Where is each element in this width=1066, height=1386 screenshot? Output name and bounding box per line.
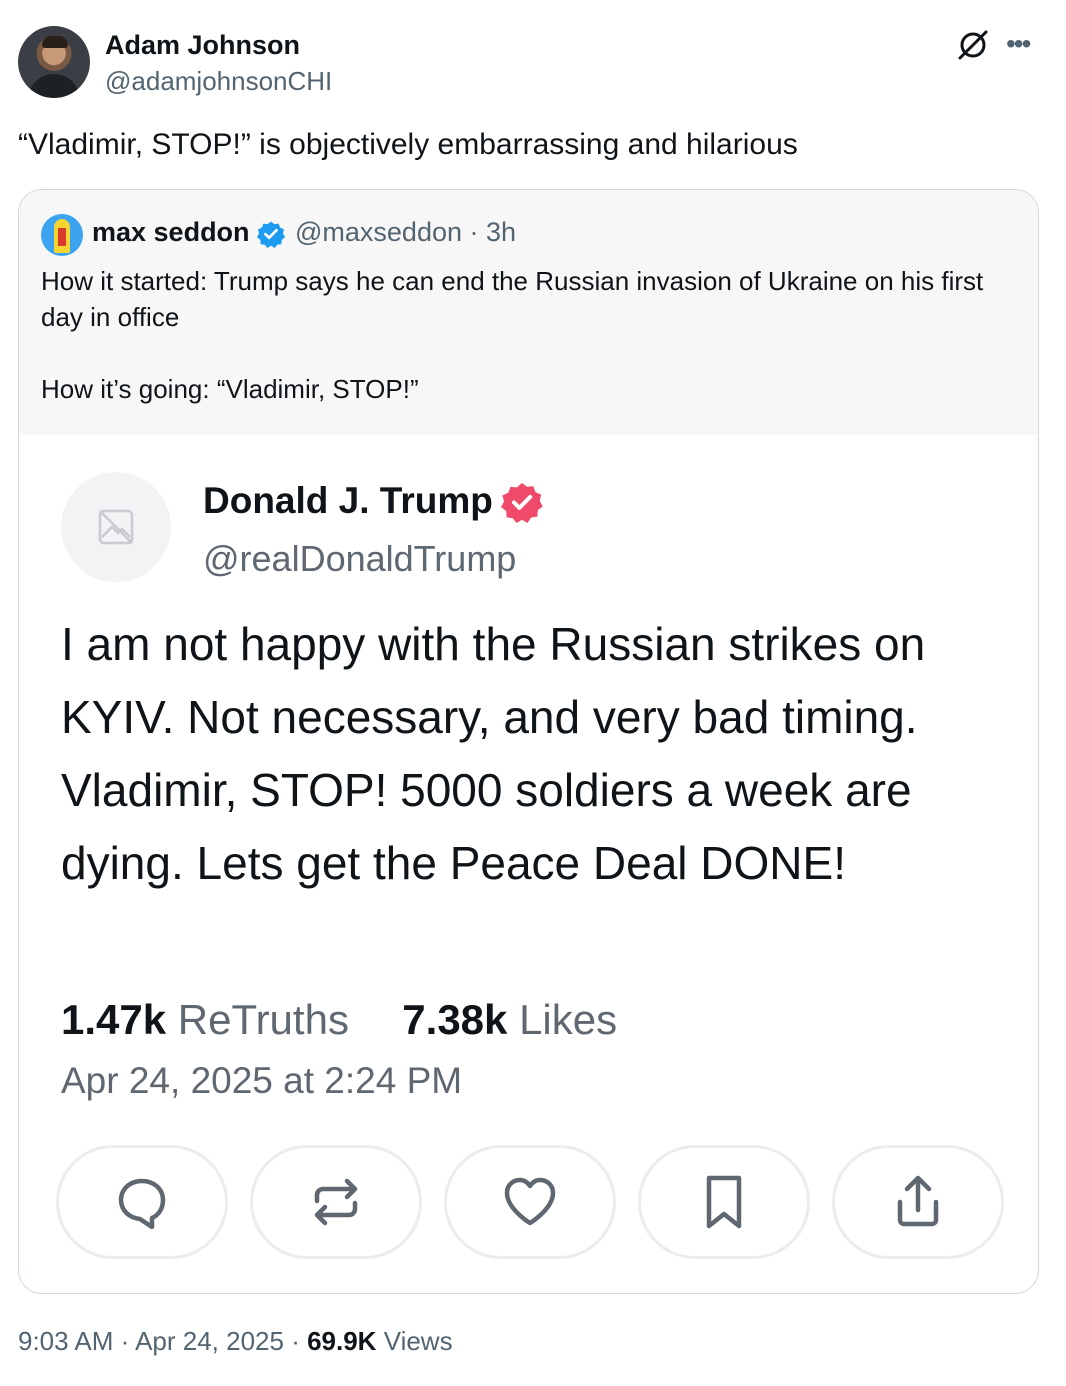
quoted-author-name[interactable]: max seddon xyxy=(92,217,250,248)
tweet-meta: 9:03 AM · Apr 24, 2025 · 69.9K Views xyxy=(18,1326,453,1357)
reply-icon xyxy=(118,1178,166,1229)
author-avatar[interactable] xyxy=(18,26,90,98)
truth-post-date: Apr 24, 2025 at 2:24 PM xyxy=(61,1060,463,1101)
more-icon[interactable]: ••• xyxy=(1006,30,1031,58)
verified-badge-icon xyxy=(257,221,285,248)
meta-separator: · xyxy=(283,1326,308,1356)
retruth-icon xyxy=(314,1178,358,1226)
truth-author-handle: @realDonaldTrump xyxy=(203,538,517,579)
tweet-text: “Vladimir, STOP!” is objectively embarra… xyxy=(18,128,798,161)
views-label: Views xyxy=(383,1326,453,1356)
quoted-text-line-1: How it started: Trump says he can end th… xyxy=(41,266,984,332)
truth-author-name: Donald J. Trump xyxy=(203,480,493,521)
meta-separator: · xyxy=(113,1326,136,1356)
truth-post-text: I am not happy with the Russian strikes … xyxy=(61,618,926,889)
views-count: 69.9K xyxy=(307,1326,377,1356)
quoted-tweet-text: How it started: Trump says he can end th… xyxy=(41,263,1021,407)
truth-avatar-placeholder xyxy=(61,472,171,582)
quoted-text-line-2: How it’s going: “Vladimir, STOP!” xyxy=(41,374,419,404)
bookmark-icon xyxy=(706,1175,742,1229)
avatar-hair xyxy=(42,36,68,48)
bookmark-button xyxy=(638,1145,810,1259)
quoted-handle-time[interactable]: @maxseddon · 3h xyxy=(295,217,516,248)
like-button xyxy=(444,1145,616,1259)
truth-verified-badge-icon xyxy=(501,483,543,523)
truth-stats: 1.47k ReTruths 7.38k Likes xyxy=(61,996,617,1044)
quoted-tweet-header: max seddon @maxseddon · 3h How it starte… xyxy=(19,190,1038,435)
like-icon xyxy=(504,1177,556,1226)
share-button xyxy=(832,1145,1004,1259)
retruths-count: 1.47k xyxy=(61,996,167,1043)
broken-image-icon xyxy=(98,509,134,545)
tweet-date[interactable]: Apr 24, 2025 xyxy=(135,1326,284,1356)
quoted-tweet-card[interactable]: max seddon @maxseddon · 3h How it starte… xyxy=(18,189,1039,1294)
likes-label: Likes xyxy=(519,996,618,1043)
avatar-shirt xyxy=(28,74,80,98)
avatar-figure-detail xyxy=(58,228,66,246)
retruths-label: ReTruths xyxy=(177,996,349,1043)
likes-count: 7.38k xyxy=(402,996,508,1043)
author-name[interactable]: Adam Johnson xyxy=(105,30,300,61)
share-icon xyxy=(897,1175,939,1227)
tweet-time[interactable]: 9:03 AM xyxy=(18,1326,113,1356)
author-handle[interactable]: @adamjohnsonCHI xyxy=(105,66,332,97)
quoted-avatar[interactable] xyxy=(41,214,83,256)
grok-icon[interactable] xyxy=(956,28,990,62)
retruth-button xyxy=(250,1145,422,1259)
truth-action-bar xyxy=(56,1145,1006,1261)
reply-button xyxy=(56,1145,228,1259)
